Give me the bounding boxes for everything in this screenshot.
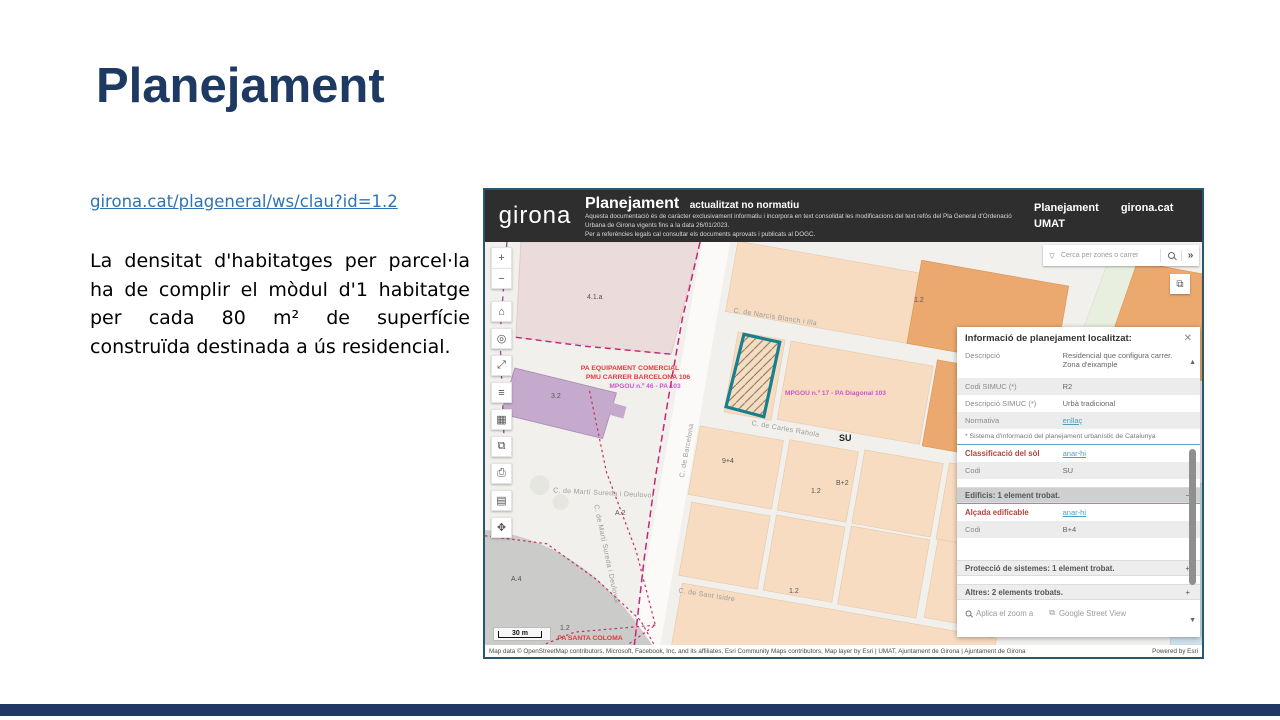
app-header: girona Planejament actualitzat no normat… [485,190,1202,242]
disclaimer-line-2: Per a referències legals cal consultar e… [585,231,1034,240]
layers-button[interactable]: ⧉ [491,436,512,457]
print-icon: ⎙ [497,467,506,480]
home-button[interactable]: ⌂ [491,301,512,322]
basemap-gallery-button[interactable]: ▦ [491,409,512,430]
map-area: C. de Narcís Blanch i Illa C. de Barcelo… [485,242,1202,657]
zoom-to-icon [966,610,972,616]
scale-label: 30 m [498,631,542,638]
plus-icon: + [498,252,504,264]
print-button[interactable]: ⎙ [491,463,512,484]
expand-icon[interactable]: + [1185,588,1190,597]
header-app-name: Planejament [1034,200,1099,217]
apply-zoom-button[interactable]: Aplica el zoom a [965,609,1033,618]
home-icon: ⌂ [498,306,505,318]
slide: Planejament girona.cat/plageneral/ws/cla… [0,0,1280,720]
map-toolbar: + − ⌂ ◎ ⤢ ≡ ▦ ⧉ ⎙ ▤ ✥ [491,247,513,544]
body-paragraph: La densitat d'habitatges per parcel·la h… [90,247,470,361]
slide-accent-bar [0,704,1280,716]
zoom-in-button[interactable]: + [491,247,512,268]
page-title: Planejament [96,58,385,114]
locate-button[interactable]: ◎ [491,328,512,349]
panel-title: Informació de planejament localitzat: [965,333,1132,344]
info-panel: Informació de planejament localitzat: ✕ … [957,327,1200,637]
panel-scrollbar[interactable] [1189,449,1196,585]
search-icon [1168,252,1175,259]
scale-bar: 30 m [493,627,551,641]
close-icon[interactable]: ✕ [1184,333,1192,344]
measure-button[interactable]: ▤ [491,490,512,511]
powered-by-esri: Powered by Esri [1152,648,1198,655]
basemap-toggle-button[interactable]: ⧉ [1170,274,1190,294]
disclaimer-line-1: Aquesta documentació és de caràcter excl… [585,213,1034,231]
scroll-down-icon[interactable]: ▼ [1189,617,1196,624]
legend-icon: ≡ [498,387,504,399]
app-subtitle: actualitzat no normatiu [690,200,799,211]
panel-row-normativa: Normativa enllaç [957,412,1200,429]
girona-logo[interactable]: girona [485,202,585,230]
pan-icon: ✥ [497,521,506,534]
minus-icon: − [498,273,504,285]
panel-footnote: * Sistema d'informació del planejament u… [957,429,1200,444]
street-view-icon: ⧉ [1049,608,1055,618]
search-filter-icon[interactable]: ▽ [1043,252,1061,260]
header-site-link[interactable]: girona.cat [1121,200,1174,217]
panel-row-codi-simuc: Codi SIMUC (*) R2 [957,378,1200,395]
section-altres[interactable]: Altres: 2 elements trobats. + [957,584,1200,600]
map-app-screenshot: girona Planejament actualitzat no normat… [483,188,1204,659]
basemap-grid-icon: ▦ [496,413,506,426]
attribution-text: Map data © OpenStreetMap contributors, M… [489,648,1026,655]
panel-row-descripcio-simuc: Descripció SIMUC (*) Urbà tradicional [957,395,1200,412]
pink-zone-shape [516,242,700,354]
anar-hi-link[interactable]: anar-hi [1063,508,1086,517]
search-expand-button[interactable]: » [1181,250,1199,261]
pan-button[interactable]: ✥ [491,517,512,538]
anar-hi-link[interactable]: anar-hi [1063,449,1086,458]
street-view-button[interactable]: ⧉ Google Street View [1049,608,1126,618]
section-edificis[interactable]: Edificis: 1 element trobat. − [957,487,1200,503]
app-title: Planejament [585,195,679,212]
fullscreen-button[interactable]: ⤢ [491,355,512,376]
group-alcada: Alçada edificable anar-hi [957,503,1200,521]
fullscreen-icon: ⤢ [497,359,506,372]
group-classificacio: Classificació del sòl anar-hi [957,444,1200,462]
scroll-up-icon[interactable]: ▲ [1189,359,1196,366]
layers-icon: ⧉ [498,440,506,453]
panel-row-codi-b4: Codi B+4 [957,521,1200,538]
search-input[interactable] [1061,252,1160,259]
map-attribution: Map data © OpenStreetMap contributors, M… [485,645,1202,657]
search-bar: ▽ » [1043,245,1199,266]
header-org: UMAT [1034,216,1202,233]
zoom-out-button[interactable]: − [491,268,512,289]
normativa-link[interactable]: enllaç [1063,416,1083,425]
measure-icon: ▤ [496,494,506,507]
locate-icon: ◎ [497,332,507,345]
basemap-toggle-icon: ⧉ [1176,279,1183,290]
legend-button[interactable]: ≡ [491,382,512,403]
section-proteccio[interactable]: Protecció de sistemes: 1 element trobat.… [957,560,1200,576]
search-button[interactable] [1161,252,1181,259]
source-link[interactable]: girona.cat/plageneral/ws/clau?id=1.2 [90,192,398,211]
panel-row-descripcio: Descripció Residencial que configura car… [957,348,1200,378]
panel-row-codi-su: Codi SU [957,462,1200,479]
